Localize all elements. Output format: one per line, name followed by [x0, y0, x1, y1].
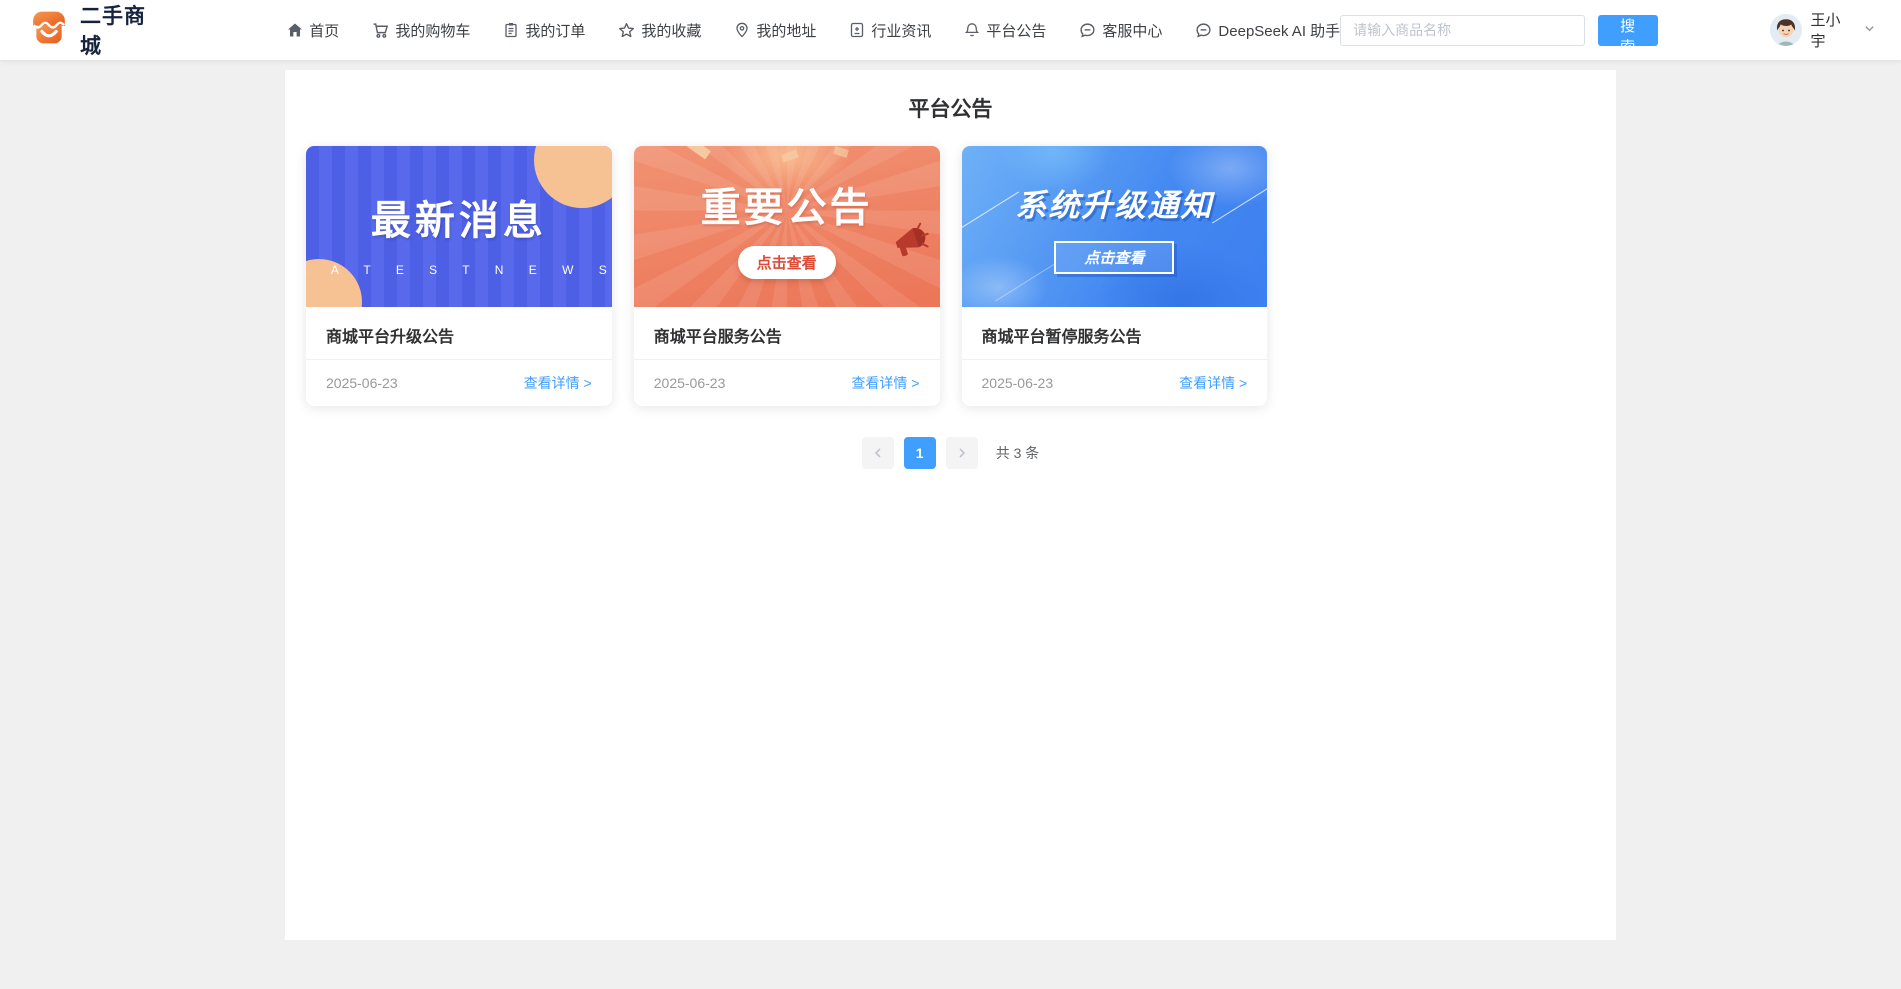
nav-item-industry-news[interactable]: 行业资讯 [849, 20, 931, 41]
megaphone-icon [886, 218, 932, 269]
announcement-card: 最新消息 L A T E S T N E W S 商城平台升级公告 2025-0… [306, 146, 612, 406]
banner-decoration [994, 263, 1055, 302]
nav-label: 行业资讯 [871, 22, 932, 40]
user-name: 王小宇 [1810, 12, 1841, 50]
nav-label: DeepSeek AI 助手 [1218, 22, 1341, 40]
nav-label: 首页 [309, 22, 340, 40]
announcement-date: 2025-06-23 [653, 375, 726, 392]
nav-item-support[interactable]: 客服中心 [1079, 20, 1162, 41]
nav-label: 平台公告 [986, 22, 1047, 40]
nav-item-favorites[interactable]: 我的收藏 [618, 20, 701, 41]
banner-title: 重要公告 [700, 185, 873, 230]
announcement-banner-latest-news: 最新消息 L A T E S T N E W S [306, 146, 612, 308]
star-icon [618, 22, 635, 39]
view-details-link[interactable]: 查看详情 > [524, 373, 592, 393]
order-icon [503, 22, 519, 38]
announcement-title: 商城平台升级公告 [326, 329, 455, 347]
logo[interactable]: 二手商城 [30, 0, 167, 60]
banner-subtitle: L A T E S T N E W S [306, 262, 612, 277]
banner-click-to-view-button: 点击查看 [737, 245, 836, 279]
prev-page-button[interactable] [861, 437, 894, 469]
search-button[interactable]: 搜索 [1597, 14, 1658, 56]
nav-item-orders[interactable]: 我的订单 [503, 20, 585, 41]
home-icon [287, 22, 303, 38]
banner-decoration [961, 191, 1019, 230]
chevron-down-icon [1864, 21, 1875, 39]
nav-label: 我的地址 [756, 22, 817, 40]
app-header: 二手商城 首页 我的购物车 我的订单 我的收藏 我的地址 行业资讯 平台公告 客… [0, 0, 1901, 60]
next-page-button[interactable] [945, 437, 978, 469]
nav-label: 客服中心 [1102, 22, 1163, 40]
announcement-card: 系统升级通知 点击查看 商城平台暂停服务公告 2025-06-23 查看详情 > [961, 146, 1268, 406]
chat-icon [1079, 22, 1096, 39]
banner-decoration [780, 149, 799, 163]
announcements-panel: 平台公告 最新消息 L A T E S T N E W S 商城平台升级公告 2… [285, 70, 1616, 940]
view-details-link[interactable]: 查看详情 > [1179, 373, 1247, 393]
announcement-card: 重要公告 点击查看 商城平台服务公告 2025-06-23 查看详情 > [633, 146, 940, 406]
announcement-date: 2025-06-23 [326, 375, 398, 392]
banner-click-to-view-button: 点击查看 [1054, 240, 1175, 274]
shop-logo-icon [30, 10, 68, 50]
nav-label: 我的订单 [525, 22, 586, 40]
announcement-banner-important-notice: 重要公告 点击查看 [633, 146, 940, 308]
pagination-total: 共 3 条 [995, 445, 1040, 461]
nav-label: 我的收藏 [641, 22, 702, 40]
announcement-title: 商城平台暂停服务公告 [981, 329, 1142, 347]
page-number-button[interactable]: 1 [903, 437, 936, 469]
card-footer: 2025-06-23 查看详情 > [961, 359, 1268, 406]
bell-icon [964, 22, 980, 38]
banner-decoration [832, 146, 849, 158]
view-details-link[interactable]: 查看详情 > [851, 373, 919, 393]
ai-chat-icon [1195, 22, 1212, 39]
nav-item-deepseek-ai[interactable]: DeepSeek AI 助手 [1195, 20, 1340, 41]
banner-decoration [686, 146, 711, 160]
search-input[interactable] [1340, 14, 1585, 46]
banner-decoration [1212, 185, 1268, 224]
user-menu[interactable]: 王小宇 [1769, 9, 1875, 51]
location-icon [734, 22, 750, 38]
nav-item-announcements[interactable]: 平台公告 [964, 20, 1046, 41]
avatar [1769, 14, 1802, 46]
card-footer: 2025-06-23 查看详情 > [633, 359, 940, 406]
announcement-banner-system-upgrade: 系统升级通知 点击查看 [961, 146, 1268, 308]
banner-title: 系统升级通知 [1015, 187, 1214, 223]
announcement-grid: 最新消息 L A T E S T N E W S 商城平台升级公告 2025-0… [306, 146, 1595, 406]
logo-text: 二手商城 [80, 5, 146, 58]
news-icon [849, 22, 865, 38]
page-title: 平台公告 [908, 98, 993, 121]
main-nav: 首页 我的购物车 我的订单 我的收藏 我的地址 行业资讯 平台公告 客服中心 D… [287, 20, 1340, 41]
search-area: 搜索 [1340, 14, 1658, 56]
cart-icon [372, 22, 389, 39]
nav-item-address[interactable]: 我的地址 [734, 20, 816, 41]
banner-title: 最新消息 [370, 198, 547, 243]
announcement-title: 商城平台服务公告 [653, 329, 782, 347]
nav-item-cart[interactable]: 我的购物车 [372, 20, 470, 41]
nav-label: 我的购物车 [395, 22, 471, 40]
pagination: 1 共 3 条 [306, 437, 1595, 469]
nav-item-home[interactable]: 首页 [287, 20, 339, 41]
main-content: 平台公告 最新消息 L A T E S T N E W S 商城平台升级公告 2… [0, 60, 1901, 940]
card-footer: 2025-06-23 查看详情 > [306, 359, 612, 406]
announcement-date: 2025-06-23 [981, 375, 1054, 392]
